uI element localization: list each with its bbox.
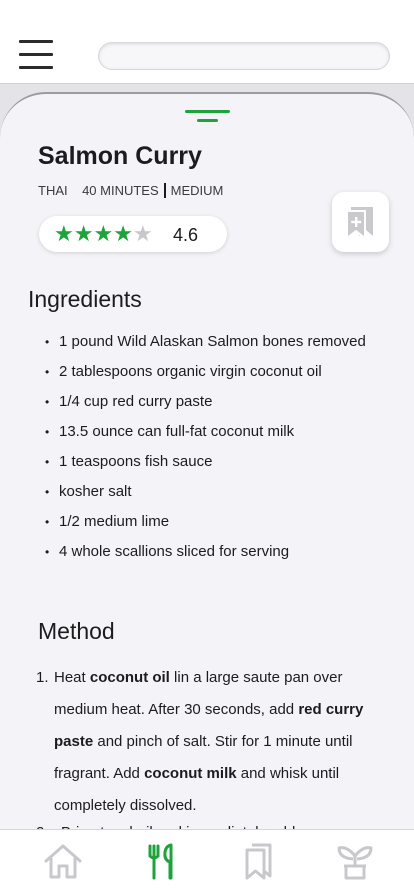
rating-pill: ★★★★★ 4.6 <box>39 216 227 252</box>
add-bookmark-button[interactable] <box>332 192 389 252</box>
search-input[interactable] <box>98 42 390 70</box>
bookmark-icon <box>245 843 272 880</box>
meta-divider <box>163 183 166 198</box>
rating-value: 4.6 <box>173 225 199 245</box>
nav-bookmarks-button[interactable] <box>240 842 280 882</box>
step-number: 1. <box>36 669 49 686</box>
plant-icon <box>337 846 373 880</box>
utensils-icon <box>148 843 173 880</box>
star-icon: ★ <box>113 221 133 246</box>
time-label: 40 MINUTES <box>82 183 159 198</box>
ingredient-item: kosher salt <box>45 482 366 512</box>
recipe-sheet: Salmon Curry THAI 40 MINUTES MEDIUM ★★★★★… <box>0 92 414 896</box>
step-text: Heat coconut oil lin a large saute pan o… <box>54 669 364 814</box>
star-icon: ★ <box>54 221 74 246</box>
ingredients-list: 1 pound Wild Alaskan Salmon bones remove… <box>45 332 366 572</box>
rating-stars: ★★★★★ <box>54 222 153 246</box>
ingredient-item: 13.5 ounce can full-fat coconut milk <box>45 422 366 452</box>
ingredient-item: 4 whole scallions sliced for serving <box>45 542 366 572</box>
ingredient-item: 1 teaspoons fish sauce <box>45 452 366 482</box>
method-heading: Method <box>38 618 115 644</box>
nav-garden-button[interactable] <box>335 842 375 882</box>
recipe-title: Salmon Curry <box>38 142 202 170</box>
star-icon: ★ <box>132 221 153 246</box>
ingredient-item: 1/2 medium lime <box>45 512 366 542</box>
recipe-meta: THAI 40 MINUTES MEDIUM <box>38 183 223 198</box>
bookmark-add-icon <box>346 207 373 239</box>
bottom-nav <box>0 829 414 896</box>
ingredient-item: 2 tablespoons organic virgin coconut oil <box>45 362 366 392</box>
nav-home-button[interactable] <box>43 842 83 882</box>
top-bar <box>0 0 414 84</box>
method-step-1: 1. Heat coconut oil lin a large saute pa… <box>34 662 394 822</box>
home-icon <box>44 844 82 879</box>
ingredient-item: 1 pound Wild Alaskan Salmon bones remove… <box>45 332 366 362</box>
drag-handle[interactable] <box>185 110 230 126</box>
nav-recipes-button[interactable] <box>142 842 182 882</box>
star-icon: ★ <box>73 221 94 246</box>
difficulty-label: MEDIUM <box>170 183 224 198</box>
ingredients-heading: Ingredients <box>28 286 142 312</box>
star-icon: ★ <box>93 221 114 246</box>
cuisine-label: THAI <box>38 183 68 198</box>
ingredient-item: 1/4 cup red curry paste <box>45 392 366 422</box>
menu-icon[interactable] <box>19 40 53 70</box>
